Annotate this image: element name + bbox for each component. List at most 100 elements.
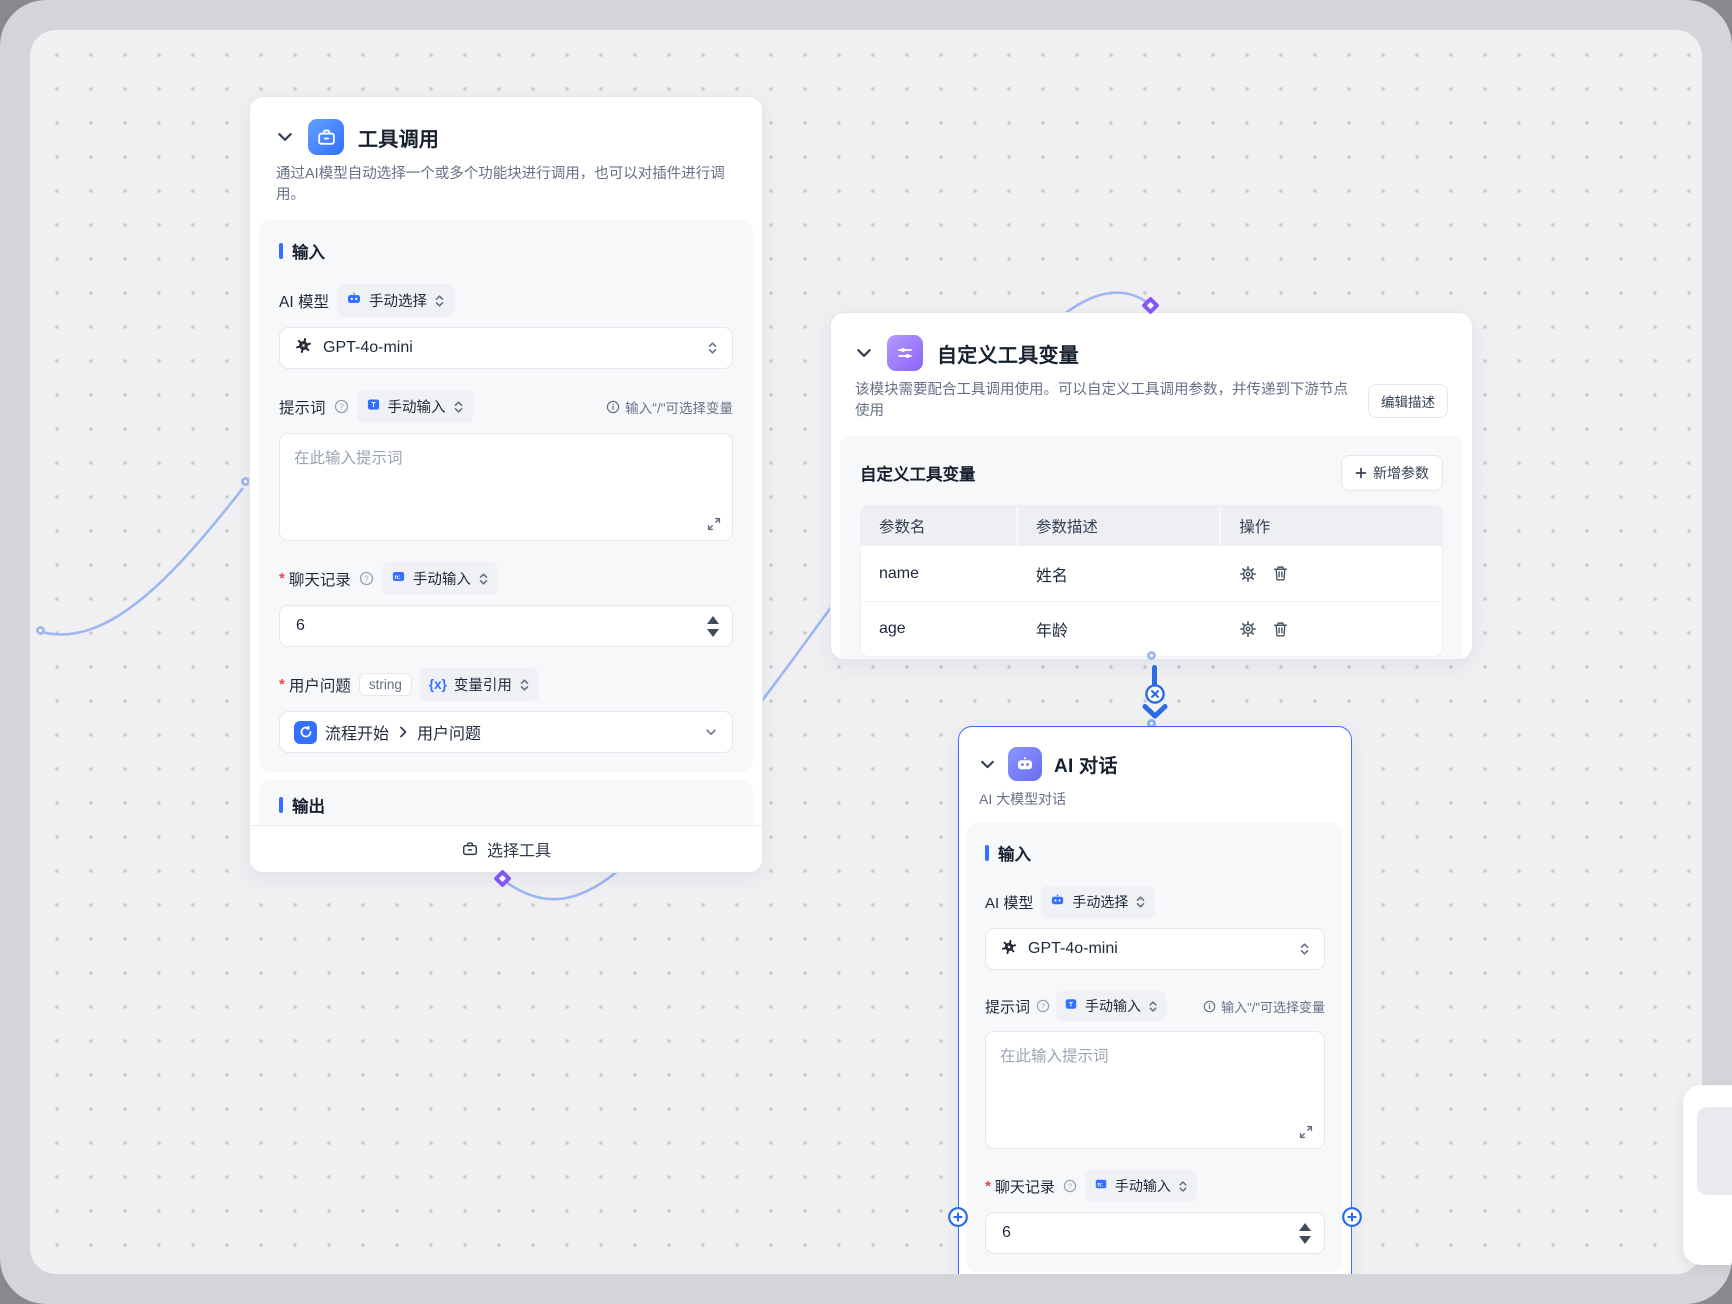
chat-left-plus-handle[interactable] [947,1206,969,1233]
step-up-icon [1299,1223,1311,1231]
variable-hint: 输入"/"可选择变量 [1203,997,1325,1016]
svg-text:n:: n: [394,574,400,581]
briefcase-icon [308,119,344,155]
robot-icon [346,290,362,311]
section-title-input: 输入 [292,239,325,263]
svg-text:?: ? [339,402,344,411]
node-subtitle: AI 大模型对话 [979,789,1331,809]
param-desc: 年龄 [1018,617,1221,641]
expand-icon[interactable] [707,517,721,531]
param-name: age [861,620,1018,638]
collapse-chevron-icon[interactable] [276,128,294,146]
select-tool-button[interactable]: 选择工具 [250,825,762,872]
plus-icon [1355,467,1367,479]
chevron-updown-icon [478,572,489,586]
question-mode-badge[interactable]: {x} 变量引用 [420,668,539,701]
flow-start-icon [294,721,317,744]
model-mode-badge[interactable]: 手动选择 [1041,886,1155,918]
robot-icon [1008,747,1042,781]
side-tab-panel[interactable] [1683,1085,1732,1265]
history-number-input[interactable] [280,617,732,635]
prompt-textarea-wrap [985,1031,1325,1149]
vars-output-handle[interactable] [1147,651,1156,660]
help-icon[interactable]: ? [1063,1179,1077,1193]
openai-logo-icon [1000,938,1018,961]
history-label: 聊天记录 [995,1176,1055,1197]
prompt-mode-badge[interactable]: T 手动输入 [357,390,473,423]
section-bar [279,243,283,259]
model-value: GPT-4o-mini [1028,940,1289,958]
side-tab-handle[interactable] [1697,1107,1732,1195]
col-header-ops: 操作 [1221,506,1442,546]
custom-vars-panel: 自定义工具变量 新增参数 参数名 参数描述 操作 name 姓名 [840,436,1463,660]
svg-text:?: ? [1068,1182,1072,1191]
gear-icon[interactable] [1239,620,1257,638]
node-ai-chat[interactable]: AI 对话 AI 大模型对话 输入 AI 模型 手动选择 GPT-4o-mini [958,726,1352,1274]
model-value: GPT-4o-mini [323,339,697,357]
table-header: 参数名 参数描述 操作 [861,506,1442,546]
help-icon[interactable]: ? [1036,999,1050,1013]
ai-model-label: AI 模型 [985,892,1033,913]
panel-title: 自定义工具变量 [860,461,976,485]
params-table: 参数名 参数描述 操作 name 姓名 age 年龄 [860,505,1443,657]
required-asterisk: * [279,570,285,587]
chevron-updown-icon [1299,942,1310,956]
model-mode-badge[interactable]: 手动选择 [337,284,454,317]
section-bar [279,797,283,813]
chat-right-plus-handle[interactable] [1341,1206,1363,1233]
source-node: 流程开始 [325,720,389,744]
prompt-textarea[interactable] [294,446,718,528]
section-bar [985,845,989,861]
col-header-desc: 参数描述 [1018,506,1221,546]
history-mode-badge[interactable]: n: 手动输入 [1085,1170,1197,1202]
collapse-chevron-icon[interactable] [855,344,873,362]
robot-icon [1050,892,1065,912]
trash-icon[interactable] [1272,565,1289,582]
model-select[interactable]: GPT-4o-mini [985,928,1325,970]
source-field: 用户问题 [417,720,481,744]
prompt-mode-badge[interactable]: T 手动输入 [1056,991,1166,1021]
node-custom-tool-vars[interactable]: 自定义工具变量 该模块需要配合工具调用使用。可以自定义工具调用参数，并传递到下游… [830,312,1473,660]
required-asterisk: * [279,676,285,693]
history-mode-badge[interactable]: n: 手动输入 [382,562,498,595]
svg-text:?: ? [364,574,369,583]
help-icon[interactable]: ? [359,571,374,586]
node-tool-call[interactable]: 工具调用 通过AI模型自动选择一个或多个功能块进行调用，也可以对插件进行调用。 … [249,96,763,873]
model-select[interactable]: GPT-4o-mini [279,327,733,369]
param-name: name [861,565,1018,583]
svg-text:n:: n: [1097,1181,1103,1188]
expand-icon[interactable] [1299,1125,1313,1139]
history-number-input[interactable] [986,1224,1324,1242]
workflow-canvas[interactable]: 工具调用 通过AI模型自动选择一个或多个功能块进行调用，也可以对插件进行调用。 … [30,30,1702,1274]
add-param-button[interactable]: 新增参数 [1341,455,1443,491]
trash-icon[interactable] [1272,621,1289,638]
wire-into-tool-node [42,488,243,635]
node-description: 该模块需要配合工具调用使用。可以自定义工具调用参数，并传递到下游节点使用 [855,380,1358,422]
text-input-icon: T [366,397,381,417]
step-down-icon [707,629,719,637]
prompt-textarea[interactable] [1000,1044,1310,1136]
number-input-icon: n: [391,569,406,589]
number-stepper[interactable] [707,606,719,646]
chevron-updown-icon [1135,895,1146,909]
chevron-updown-icon [453,400,464,414]
chevron-right-icon [397,725,409,739]
gear-icon[interactable] [1239,565,1257,583]
svg-text:T: T [1069,1001,1073,1008]
prompt-textarea-wrap [279,433,733,541]
question-source-select[interactable]: 流程开始 用户问题 [279,711,733,753]
required-asterisk: * [985,1178,991,1195]
number-stepper[interactable] [1299,1213,1311,1253]
param-desc: 姓名 [1018,562,1221,586]
svg-text:?: ? [1041,1002,1045,1011]
chevron-updown-icon [707,341,718,355]
wire-endpoint-handle[interactable] [36,626,45,635]
section-title-output: 输出 [292,793,325,817]
edit-description-button[interactable]: 编辑描述 [1368,384,1448,418]
collapse-chevron-icon[interactable] [979,756,996,773]
info-icon [1203,1000,1216,1013]
table-row: name 姓名 [861,546,1442,601]
ai-model-label: AI 模型 [279,290,329,312]
history-number-input-wrap [985,1212,1325,1254]
help-icon[interactable]: ? [334,399,349,414]
